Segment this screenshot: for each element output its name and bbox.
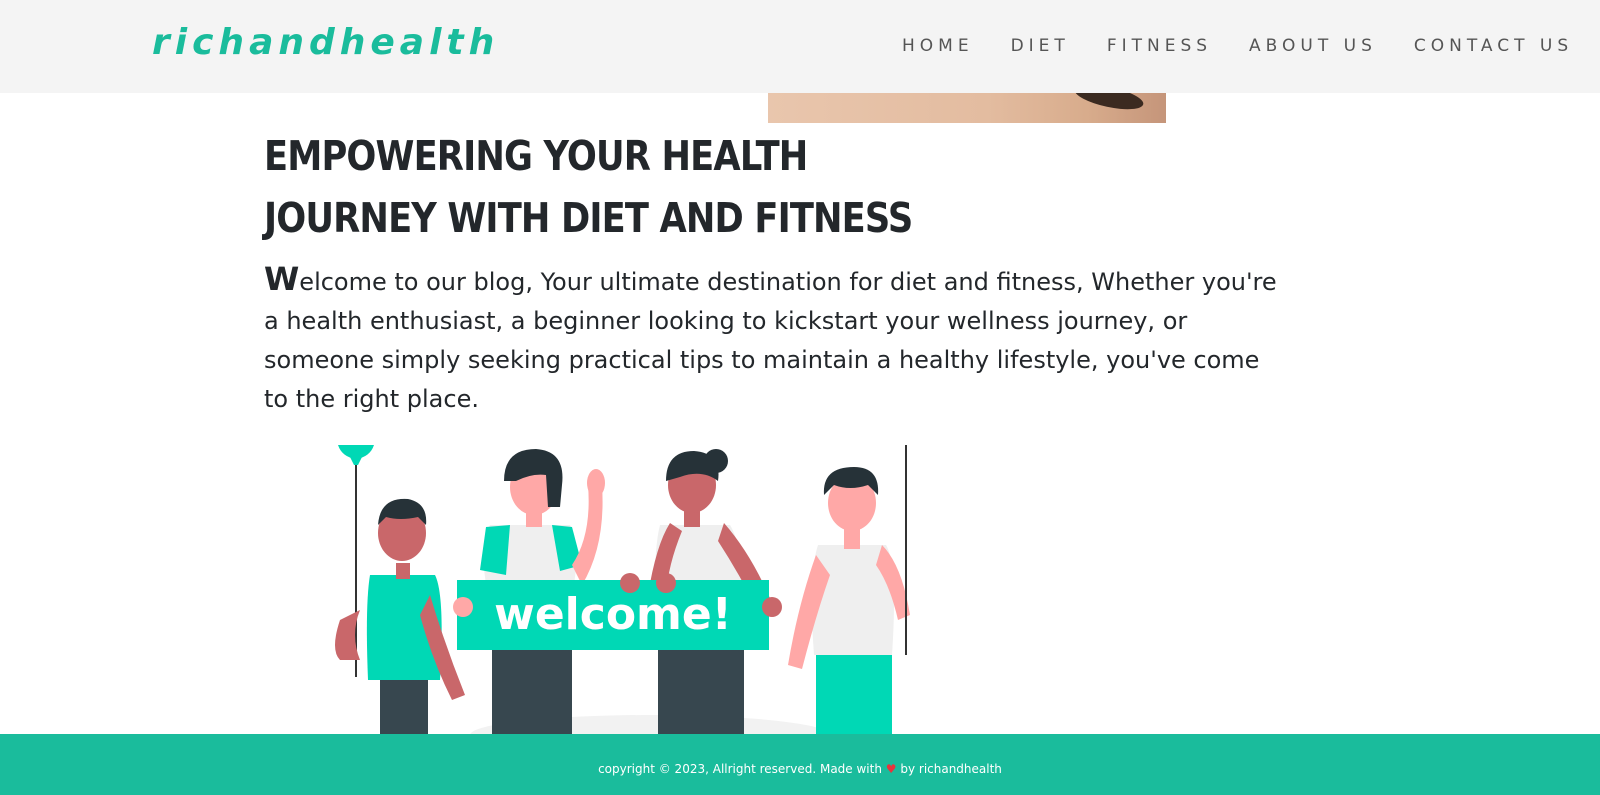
brand-logo-link[interactable]: richandhealth [152, 22, 499, 63]
nav-link-diet[interactable]: DIET [1011, 36, 1070, 56]
footer-copyright: copyright © 2023, Allright reserved. Mad… [598, 762, 886, 776]
page-heading-line-2: journey with diet and fitness [264, 194, 913, 242]
heart-icon: ♥ [885, 762, 897, 776]
nav-link-home[interactable]: HOME [902, 36, 974, 56]
hero-image [768, 93, 1166, 123]
navbar: richandhealth HOME DIET FITNESS ABOUT US… [0, 0, 1600, 93]
welcome-banner-text: welcome! [494, 589, 732, 640]
footer-credit: by richandhealth [896, 762, 1002, 776]
page-heading-line-1: Empowering your health [264, 132, 808, 180]
intro-dropcap: W [264, 260, 300, 298]
intro-text: elcome to our blog, Your ultimate destin… [264, 268, 1277, 413]
nav-link-about-us[interactable]: ABOUT US [1249, 36, 1377, 56]
welcome-illustration: welcome! [335, 445, 910, 735]
page-heading: Empowering your health journey with diet… [264, 125, 913, 249]
page: richandhealth HOME DIET FITNESS ABOUT US… [0, 0, 1600, 795]
intro-paragraph: Welcome to our blog, Your ultimate desti… [264, 260, 1284, 419]
nav-link-fitness[interactable]: FITNESS [1107, 36, 1212, 56]
footer: copyright © 2023, Allright reserved. Mad… [0, 734, 1600, 795]
nav-link-contact-us[interactable]: CONTACT US [1414, 36, 1573, 56]
nav-menu: HOME DIET FITNESS ABOUT US CONTACT US [902, 36, 1600, 56]
